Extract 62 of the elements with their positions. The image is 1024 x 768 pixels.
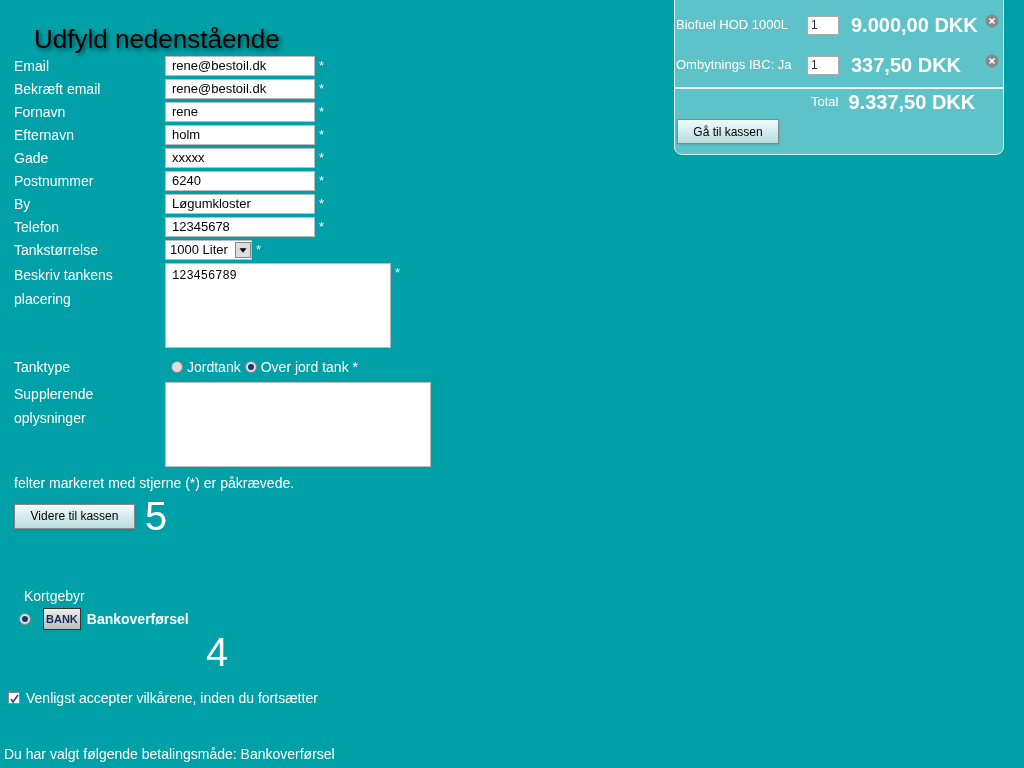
- product-name: Biofuel HOD 1000L: [675, 16, 789, 35]
- required-mark: *: [319, 218, 325, 236]
- product-price: 337,50 DKK: [851, 53, 962, 78]
- terms-label: Venligst accepter vilkårene, inden du fortsætter: [26, 689, 318, 708]
- required-mark: *: [319, 57, 325, 75]
- payment-label: Bankoverførsel: [86, 610, 189, 629]
- required-mark: *: [256, 241, 262, 259]
- field-label: Tankstørrelse: [14, 241, 100, 260]
- total-label: Total: [811, 93, 839, 112]
- required-mark: *: [319, 80, 325, 98]
- quantity-field[interactable]: 1: [807, 15, 839, 35]
- bank-logo: BANK: [43, 608, 81, 630]
- payment-summary: Du har valgt følgende betalingsmåde: Bankoverførsel: [4, 745, 336, 764]
- product-name: Ombytnings IBC: Ja: [675, 56, 793, 75]
- step-number: 5: [145, 496, 168, 536]
- field-label: Telefon: [14, 218, 61, 237]
- dropdown[interactable]: 1000 Liter: [165, 240, 252, 260]
- text-field[interactable]: Løgumkloster: [165, 194, 315, 214]
- step-number: 4: [206, 632, 230, 672]
- fee-label: Kortgebyr: [24, 587, 86, 606]
- text-field[interactable]: 12345678: [165, 217, 315, 237]
- checkout-button[interactable]: Gå til kassen: [677, 119, 779, 144]
- required-mark: *: [319, 172, 325, 190]
- continue-button[interactable]: Videre til kassen: [14, 503, 135, 529]
- text-field[interactable]: 6240: [165, 171, 315, 191]
- required-mark: *: [319, 149, 325, 167]
- field-label: By: [14, 195, 32, 214]
- product-price: 9.000,00 DKK: [851, 13, 978, 38]
- radio-button[interactable]: [244, 361, 257, 373]
- required-mark: *: [319, 126, 325, 144]
- text-field[interactable]: rene: [165, 102, 315, 122]
- field-label: Tanktype: [14, 358, 72, 377]
- text-field[interactable]: holm: [165, 125, 315, 145]
- text-area[interactable]: [165, 382, 431, 467]
- caret-icon: [235, 242, 251, 258]
- required-note: felter markeret med stjerne (*) er påkrævede.: [14, 474, 296, 493]
- text-field[interactable]: rene@bestoil.dk: [165, 79, 315, 99]
- remove-icon[interactable]: [985, 54, 999, 68]
- field-label: Email: [14, 57, 50, 76]
- radio-button[interactable]: [19, 613, 31, 625]
- quantity-field[interactable]: 1: [807, 55, 839, 75]
- checkbox[interactable]: [8, 692, 20, 704]
- total-price: 9.337,50 DKK: [848, 90, 976, 115]
- field-label: Supplerende oplysninger: [14, 385, 95, 428]
- field-label: Bekræft email: [14, 80, 102, 99]
- required-mark: *: [395, 264, 401, 282]
- radio-button[interactable]: [171, 361, 183, 373]
- field-label: Efternavn: [14, 126, 75, 145]
- page-heading: Udfyld nedenstående: [34, 24, 281, 54]
- check-icon: [9, 693, 19, 703]
- text-field[interactable]: rene@bestoil.dk: [165, 56, 315, 76]
- required-mark: *: [319, 195, 325, 213]
- radio-label: Jordtank: [187, 358, 241, 377]
- remove-icon[interactable]: [985, 14, 999, 28]
- text-area[interactable]: 123456789: [165, 263, 391, 348]
- text-field[interactable]: xxxxx: [165, 148, 315, 168]
- field-label: Beskriv tankens placering: [14, 266, 114, 309]
- field-label: Fornavn: [14, 103, 67, 122]
- radio-label: Over jord tank *: [260, 358, 358, 377]
- field-label: Gade: [14, 149, 50, 168]
- field-label: Postnummer: [14, 172, 95, 191]
- required-mark: *: [319, 103, 325, 121]
